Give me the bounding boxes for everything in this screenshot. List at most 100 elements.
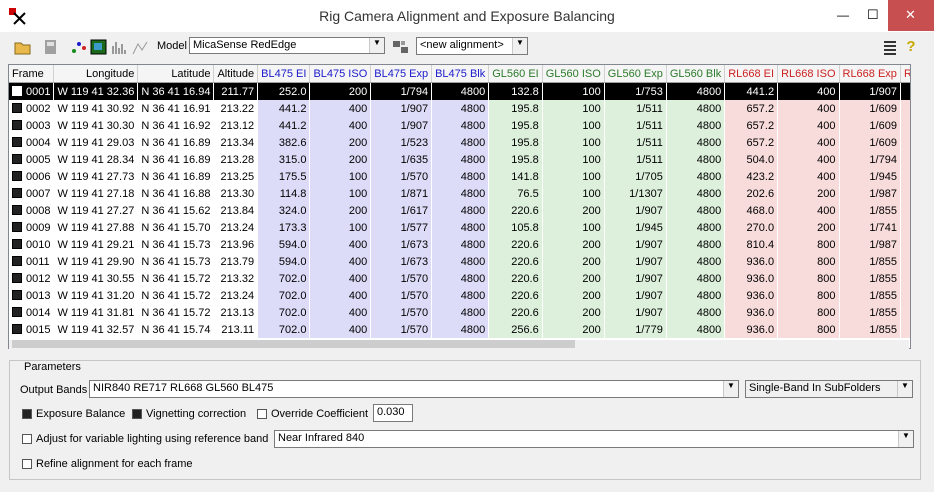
frame-number: 0009: [26, 221, 51, 234]
table-row[interactable]: 0005 W 119 41 28.34 N 36 41 16.89 213.28 315…: [9, 151, 910, 168]
vignetting-checkbox[interactable]: [132, 409, 142, 419]
column-header[interactable]: RL668 EI: [724, 65, 779, 83]
table-row[interactable]: 0014 W 119 41 31.81 N 36 41 15.72 213.13 702…: [9, 304, 910, 321]
table-cell: 100: [542, 219, 605, 236]
frame-number: 0001: [26, 85, 51, 98]
table-cell: 0011: [9, 253, 55, 270]
scrollbar-thumb[interactable]: [12, 340, 575, 348]
column-header[interactable]: GL560 Blk: [666, 65, 726, 83]
help-icon[interactable]: ?: [902, 38, 920, 56]
table-cell: 1/609: [839, 100, 901, 117]
window-title: Rig Camera Alignment and Exposure Balanc…: [319, 8, 615, 24]
table-row[interactable]: 0009 W 119 41 27.88 N 36 41 15.70 213.24 173…: [9, 219, 910, 236]
points-icon[interactable]: [70, 38, 88, 56]
table-cell: [900, 151, 910, 168]
chart-icon[interactable]: [131, 38, 149, 56]
row-checkbox[interactable]: [12, 102, 22, 113]
column-header[interactable]: BL475 Exp: [370, 65, 433, 83]
table-row[interactable]: 0001 W 119 41 32.36 N 36 41 16.94 211.77 252…: [9, 82, 910, 100]
adjust-lighting-checkbox[interactable]: [22, 434, 32, 444]
table-cell: 1/907: [604, 253, 667, 270]
table-row[interactable]: 0012 W 119 41 30.55 N 36 41 15.72 213.32 702…: [9, 270, 910, 287]
table-cell: 315.0: [257, 151, 311, 168]
table-cell: 1/779: [604, 321, 667, 338]
column-header[interactable]: GL560 ISO: [542, 65, 605, 83]
table-row[interactable]: 0015 W 119 41 32.57 N 36 41 15.74 213.11 702…: [9, 321, 910, 338]
table-cell: 195.8: [488, 134, 543, 151]
row-checkbox[interactable]: [12, 170, 22, 181]
column-header[interactable]: GL560 EI: [488, 65, 543, 83]
list-icon[interactable]: [881, 38, 899, 56]
row-checkbox[interactable]: [12, 289, 22, 300]
row-checkbox[interactable]: [12, 238, 22, 249]
table-cell: 4800: [666, 82, 726, 100]
maximize-button[interactable]: ☐: [858, 0, 888, 31]
table-row[interactable]: 0011 W 119 41 29.90 N 36 41 15.73 213.79 594…: [9, 253, 910, 270]
table-cell: 936.0: [724, 270, 779, 287]
reference-band-select[interactable]: Near Infrared 840 ▼: [274, 430, 914, 448]
minimize-button[interactable]: —: [828, 0, 858, 31]
refine-alignment-checkbox[interactable]: [22, 459, 32, 469]
table-cell: 4800: [431, 219, 490, 236]
column-header[interactable]: Longitude: [53, 65, 139, 83]
table-cell: 400: [777, 117, 840, 134]
close-button[interactable]: ✕: [888, 0, 934, 31]
table-cell: 1/511: [604, 151, 667, 168]
table-cell: 400: [309, 117, 372, 134]
row-checkbox[interactable]: [12, 306, 22, 317]
table-row[interactable]: 0003 W 119 41 30.30 N 36 41 16.92 213.12 441…: [9, 117, 910, 134]
table-cell: 200: [309, 151, 372, 168]
row-checkbox[interactable]: [12, 221, 22, 232]
table-cell: 200: [542, 321, 605, 338]
histogram-icon[interactable]: [111, 38, 129, 56]
override-coefficient-label: Override Coefficient: [271, 408, 369, 420]
column-header[interactable]: RL668 Exp: [839, 65, 901, 83]
table-cell: 220.6: [488, 236, 543, 253]
row-checkbox[interactable]: [12, 153, 22, 164]
column-header[interactable]: BL475 Blk: [431, 65, 490, 83]
column-header[interactable]: RL668 Blk: [900, 65, 910, 83]
output-bands-select[interactable]: NIR840 RE717 RL668 GL560 BL475 ▼: [89, 380, 739, 398]
frames-table: Frame Longitude Latitude Altitude BL475 EI BL…: [9, 65, 910, 338]
folder-mode-select[interactable]: Single-Band In SubFolders ▼: [745, 380, 913, 398]
table-row[interactable]: 0006 W 119 41 27.73 N 36 41 16.89 213.25 175…: [9, 168, 910, 185]
table-row[interactable]: 0010 W 119 41 29.21 N 36 41 15.73 213.96 594…: [9, 236, 910, 253]
row-checkbox[interactable]: [12, 272, 22, 283]
alignment-select[interactable]: <new alignment> ▼: [416, 37, 528, 55]
column-header[interactable]: Altitude: [213, 65, 259, 83]
column-header[interactable]: Latitude: [137, 65, 215, 83]
column-header[interactable]: RL668 ISO: [777, 65, 840, 83]
row-checkbox[interactable]: [12, 119, 22, 130]
column-header[interactable]: Frame: [9, 65, 55, 83]
table-cell: 936.0: [724, 287, 779, 304]
table-row[interactable]: 0013 W 119 41 31.20 N 36 41 15.72 213.24 702…: [9, 287, 910, 304]
row-checkbox[interactable]: [12, 187, 22, 198]
exposure-balance-checkbox[interactable]: [22, 409, 32, 419]
table-row[interactable]: 0002 W 119 41 30.92 N 36 41 16.91 213.22 441…: [9, 100, 910, 117]
column-header[interactable]: BL475 ISO: [309, 65, 372, 83]
row-checkbox[interactable]: [12, 85, 22, 96]
table-row[interactable]: 0007 W 119 41 27.18 N 36 41 16.88 213.30 114…: [9, 185, 910, 202]
rig-icon[interactable]: [392, 38, 410, 56]
model-select[interactable]: MicaSense RedEdge ▼: [189, 37, 385, 54]
table-cell: 400: [309, 321, 372, 338]
image-icon[interactable]: [90, 38, 108, 56]
parameters-label: Parameters: [20, 361, 85, 373]
override-coefficient-checkbox[interactable]: [257, 409, 267, 419]
table-cell: 1/741: [839, 219, 901, 236]
frame-number: 0007: [26, 187, 51, 200]
column-header[interactable]: GL560 Exp: [604, 65, 667, 83]
row-checkbox[interactable]: [12, 255, 22, 266]
row-checkbox[interactable]: [12, 323, 22, 334]
row-checkbox[interactable]: [12, 204, 22, 215]
column-header[interactable]: BL475 EI: [257, 65, 311, 83]
override-coefficient-input[interactable]: 0.030: [373, 404, 413, 422]
row-checkbox[interactable]: [12, 136, 22, 147]
table-cell: [900, 117, 910, 134]
open-folder-icon[interactable]: [14, 38, 32, 56]
table-row[interactable]: 0004 W 119 41 29.03 N 36 41 16.89 213.34 382…: [9, 134, 910, 151]
save-icon[interactable]: [42, 38, 60, 56]
table-cell: 504.0: [724, 151, 779, 168]
frames-grid[interactable]: Frame Longitude Latitude Altitude BL475 EI BL…: [8, 64, 911, 349]
table-row[interactable]: 0008 W 119 41 27.27 N 36 41 15.62 213.84 324…: [9, 202, 910, 219]
